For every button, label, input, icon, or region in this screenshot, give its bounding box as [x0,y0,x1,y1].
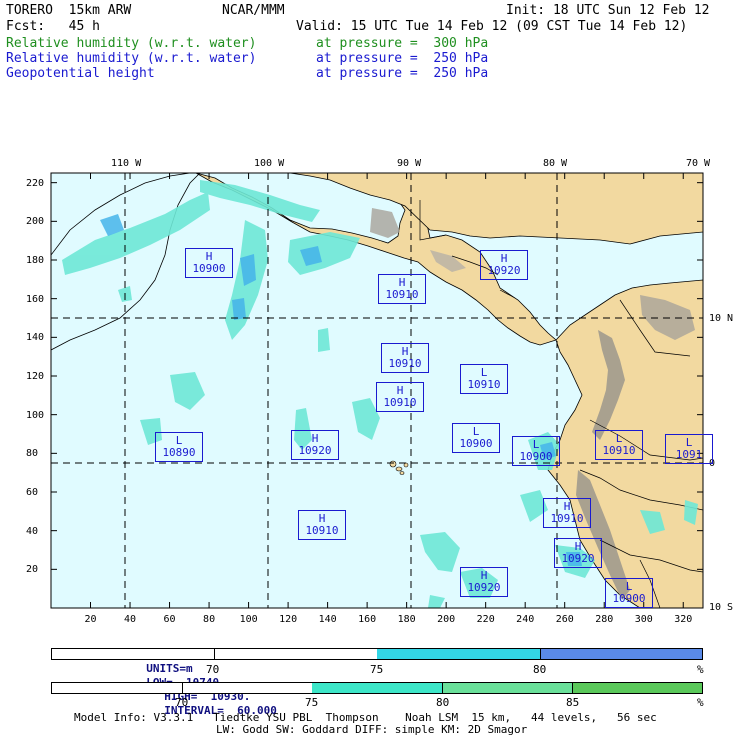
y-tick-label: 60 [26,487,39,498]
lat-label: 10 N [709,313,734,324]
lon-label: 80 W [543,158,568,169]
x-tick-label: 120 [279,614,298,625]
center-value: 10910 [550,512,584,525]
center-value: 10900 [519,450,553,463]
y-tick-label: 180 [26,255,45,266]
colorbar-250-segment-blue [541,649,702,659]
pressure-center-high: H 10910 [381,343,429,373]
lon-label: 110 W [111,158,142,169]
center-value: 10890 [162,446,196,459]
x-tick-label: 100 [239,614,258,625]
y-tick-label: 100 [26,409,45,421]
lon-label: 90 W [397,158,422,169]
center-value: 10900 [459,437,493,450]
cb1-label-pct: % [697,663,704,676]
x-tick-label: 300 [634,614,653,625]
pressure-center-high: H 10920 [554,538,602,568]
cb2-label-pct: % [697,696,704,709]
pressure-center-low: L 1091 [665,434,713,464]
y-tick-label: 20 [26,564,39,576]
pressure-center-high: H 10910 [543,498,591,528]
y-tick-label: 140 [26,332,45,344]
pressure-center-high: H 10910 [378,274,426,304]
center-value: 10910 [388,357,422,370]
contours-label: CONTOURS: UNITS=m LOW= 10740. HIGH= 1093… [127,634,277,718]
pressure-center-low: L 10900 [512,436,560,466]
x-tick-label: 80 [203,614,216,625]
colorbar-300-segment-green [573,683,702,693]
pressure-center-high: H 10900 [185,248,233,278]
y-tick-label: 200 [26,216,45,228]
y-tick-label: 160 [26,293,45,305]
x-tick-label: 140 [318,614,337,625]
x-tick-label: 40 [124,614,137,625]
center-value: 10900 [192,262,226,275]
cb2-label-70: 70 [175,696,189,709]
lon-label: 100 W [254,158,285,169]
center-value: 10920 [561,552,595,565]
center-value: 10910 [467,378,501,391]
cb1-label-80: 80 [533,663,547,676]
center-value: 10910 [305,524,339,537]
pressure-center-low: L 10900 [452,423,500,453]
pressure-center-high: H 10920 [291,430,339,460]
x-tick-label: 240 [516,614,535,625]
y-tick-label: 220 [26,177,45,189]
pressure-center-low: L 10910 [595,430,643,460]
x-tick-label: 180 [397,614,416,625]
pressure-center-high: H 10910 [376,382,424,412]
pressure-center-high: H 10920 [460,567,508,597]
center-value: 10920 [298,444,332,457]
x-tick-label: 260 [555,614,574,625]
center-value: 10920 [467,581,501,594]
x-tick-label: 20 [84,614,97,625]
cb1-label-75: 75 [370,663,384,676]
lon-label: 70 W [686,158,711,169]
x-tick-label: 220 [476,614,495,625]
colorbar-300-segment-teal [312,683,443,693]
center-value: 10900 [612,592,646,605]
x-tick-label: 60 [163,614,176,625]
x-tick-label: 320 [674,614,693,625]
pressure-center-low: L 10910 [460,364,508,394]
colorbar-250-segment-cyan [377,649,541,659]
x-tick-label: 280 [595,614,614,625]
x-tick-label: 200 [437,614,456,625]
cb2-label-80: 80 [436,696,450,709]
x-tick-label: 160 [358,614,377,625]
pressure-center-high: H 10920 [480,250,528,280]
center-value: 10910 [383,396,417,409]
colorbar-300-segment-lightgreen [443,683,573,693]
y-tick-label: 80 [26,448,39,460]
pressure-center-low: L 10890 [155,432,203,462]
weather-map [50,172,704,609]
cb2-label-75: 75 [305,696,319,709]
colorbar-300hpa [51,682,703,694]
center-value: 1091 [675,448,703,461]
center-value: 10910 [602,444,636,457]
center-value: 10910 [385,288,419,301]
y-tick-label: 120 [26,371,45,382]
contours-units: UNITS=m [146,662,193,675]
colorbar-250hpa [51,648,703,660]
pressure-center-high: H 10910 [298,510,346,540]
colorbar-250-segment-white [52,649,378,659]
lat-label: 10 S [709,602,734,613]
center-value: 10920 [487,264,521,277]
y-tick-label: 40 [26,525,39,537]
pressure-center-low: L 10900 [605,578,653,608]
cb2-label-85: 85 [566,696,580,709]
model-physics: LW: Godd SW: Goddard DIFF: simple KM: 2D… [216,723,528,736]
cb1-label-70: 70 [206,663,220,676]
